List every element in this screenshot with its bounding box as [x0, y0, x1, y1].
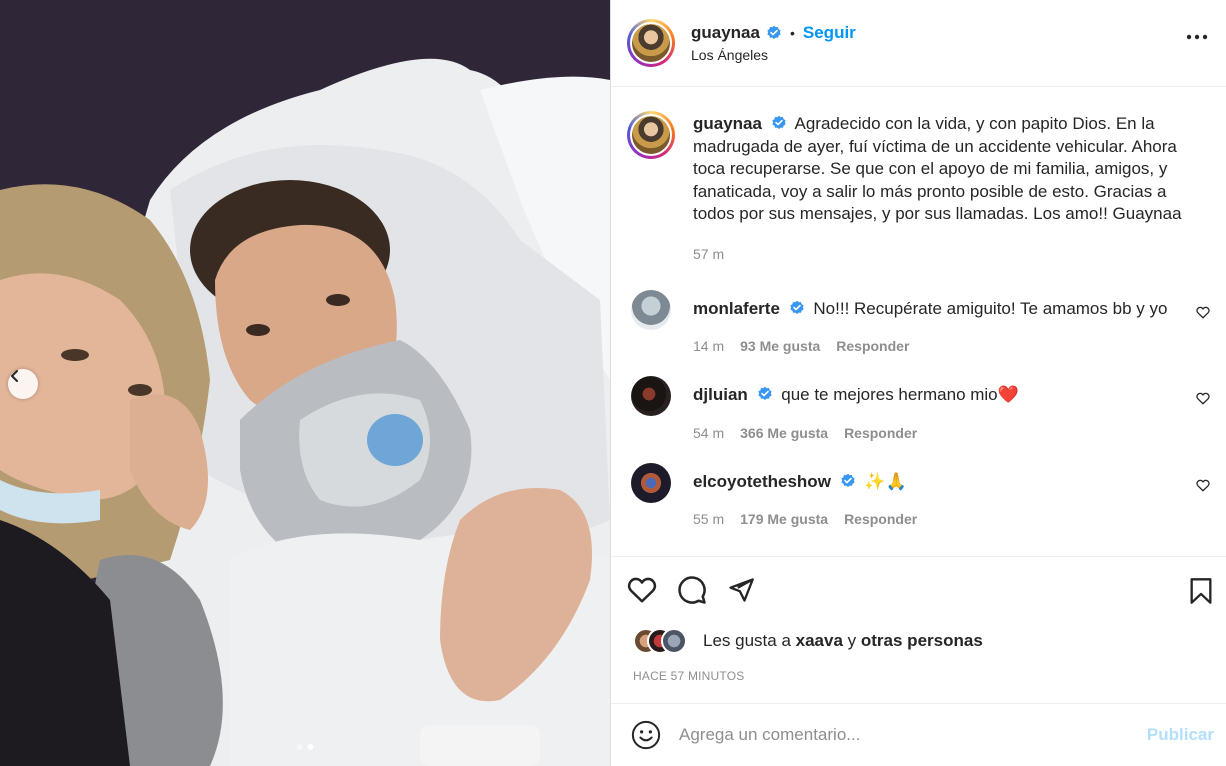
likes-conj: y: [847, 631, 857, 650]
verified-icon: [790, 300, 804, 314]
comment-emoji: ❤️: [997, 385, 1019, 404]
add-comment-bar: Publicar: [611, 703, 1226, 766]
comment-input[interactable]: [679, 725, 1147, 745]
liker-avatars: [633, 628, 697, 654]
heart-icon[interactable]: [1196, 392, 1210, 405]
reply-button[interactable]: Responder: [836, 338, 909, 354]
like-button[interactable]: [627, 576, 657, 604]
carousel-dot[interactable]: [296, 744, 303, 750]
carousel-dots: [296, 744, 314, 750]
save-button[interactable]: [1188, 577, 1214, 610]
post-modal: guaynaa • Seguir Los Ángeles guaynaa Agr…: [0, 0, 1226, 766]
more-options-icon[interactable]: [1186, 34, 1208, 40]
commenter-avatar[interactable]: [631, 462, 671, 503]
share-button[interactable]: [727, 576, 755, 604]
comment-likes[interactable]: 366 Me gusta: [740, 425, 828, 441]
comments-list[interactable]: guaynaa Agradecido con la vida, y con pa…: [611, 87, 1226, 557]
comment-time[interactable]: 54 m: [693, 425, 724, 441]
follow-button[interactable]: Seguir: [803, 23, 856, 43]
carousel-prev-button[interactable]: [8, 369, 38, 399]
comment-time[interactable]: 14 m: [693, 338, 724, 354]
comment-likes[interactable]: 93 Me gusta: [740, 338, 820, 354]
verified-icon: [772, 115, 786, 129]
post-caption: guaynaa Agradecido con la vida, y con pa…: [627, 87, 1210, 262]
post-timestamp[interactable]: HACE 57 MINUTOS: [611, 659, 1226, 683]
reply-button[interactable]: Responder: [844, 511, 917, 527]
heart-icon[interactable]: [1196, 479, 1210, 492]
reply-button[interactable]: Responder: [844, 425, 917, 441]
comment-item: monlaferte No!!! Recupérate amiguito! Te…: [627, 289, 1210, 354]
comment-item: djluian que te mejores hermano mio❤️ 54 …: [627, 376, 1210, 441]
comment-emoji: ✨🙏: [864, 471, 907, 491]
post-photo[interactable]: [0, 0, 610, 766]
post-header: guaynaa • Seguir Los Ángeles: [611, 0, 1226, 87]
header-separator: •: [789, 25, 795, 41]
caption-text: Agradecido con la vida, y con papito Dio…: [693, 114, 1182, 223]
caption-avatar[interactable]: [627, 111, 675, 159]
commenter-avatar[interactable]: [631, 376, 671, 416]
comment-username[interactable]: monlaferte: [693, 299, 780, 318]
comment-text: que te mejores hermano mio: [781, 385, 998, 404]
comment-time[interactable]: 55 m: [693, 511, 724, 527]
share-icon: [729, 578, 754, 602]
comment-item: elcoyotetheshow ✨🙏 55 m 179 Me gusta Res…: [627, 462, 1210, 527]
post-location[interactable]: Los Ángeles: [691, 47, 856, 63]
heart-icon: [627, 577, 657, 603]
emoji-icon[interactable]: [631, 720, 661, 750]
carousel-dot-active[interactable]: [307, 744, 314, 750]
caption-username[interactable]: guaynaa: [693, 114, 762, 133]
comment-likes[interactable]: 179 Me gusta: [740, 511, 828, 527]
likes-others[interactable]: otras personas: [861, 631, 983, 650]
comment-icon: [678, 576, 706, 604]
verified-icon: [757, 386, 772, 400]
caption-time[interactable]: 57 m: [693, 246, 724, 262]
post-side-panel: guaynaa • Seguir Los Ángeles guaynaa Agr…: [610, 0, 1226, 766]
photo-illustration: [0, 0, 610, 766]
verified-icon: [767, 25, 781, 39]
comment-text: No!!! Recupérate amiguito! Te amamos bb …: [813, 298, 1168, 318]
action-bar: [611, 557, 1226, 623]
author-avatar[interactable]: [627, 19, 675, 67]
commenter-avatar[interactable]: [631, 289, 671, 330]
comment-username[interactable]: elcoyotetheshow: [693, 472, 831, 491]
chevron-left-icon: [11, 370, 18, 382]
likes-user[interactable]: xaava: [796, 631, 843, 650]
bookmark-icon: [1190, 578, 1212, 604]
likes-prefix: Les gusta a: [703, 631, 791, 650]
comment-button[interactable]: [677, 575, 707, 605]
author-username[interactable]: guaynaa: [691, 23, 760, 43]
verified-icon: [841, 473, 855, 487]
publish-button[interactable]: Publicar: [1147, 725, 1214, 745]
comment-username[interactable]: djluian: [693, 385, 748, 404]
likes-summary[interactable]: Les gusta a xaava y otras personas: [611, 623, 1226, 659]
liker-avatar: [661, 628, 687, 654]
heart-icon[interactable]: [1196, 306, 1210, 319]
